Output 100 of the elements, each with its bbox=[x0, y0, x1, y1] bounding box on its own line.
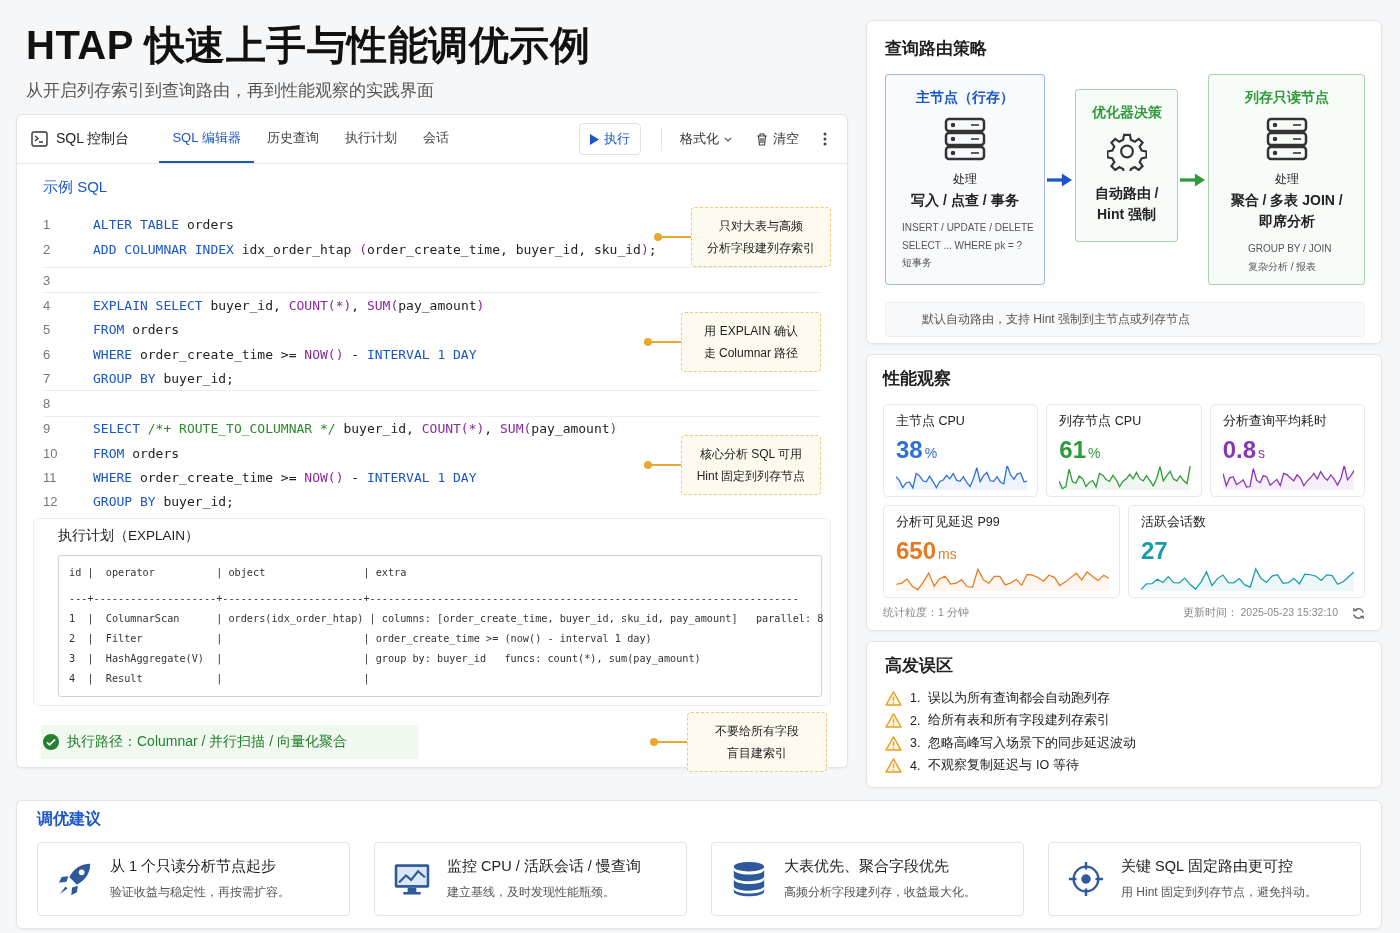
metric-label: 活跃会话数 bbox=[1141, 514, 1207, 531]
pitfall-text: 忽略高峰写入场景下的同步延迟波动 bbox=[928, 734, 1137, 752]
callout-text: 只对大表与高频 bbox=[717, 218, 804, 235]
editor-title: 示例 SQL bbox=[43, 178, 109, 197]
metric-value: 27 bbox=[1141, 537, 1169, 565]
leader-line bbox=[656, 236, 691, 238]
tip-title: 关键 SQL 固定路由更可控 bbox=[1121, 857, 1294, 876]
metric-value: 61% bbox=[1059, 436, 1102, 464]
updated-time: 更新时间： 2025-05-23 15:32:10 bbox=[1182, 606, 1338, 620]
callout-text: 用 EXPLAIN 确认 bbox=[703, 322, 799, 340]
arrow-icon bbox=[1180, 171, 1207, 188]
tip-text: 用 Hint 固定到列存节点，避免抖动。 bbox=[1121, 884, 1317, 901]
metric-label: 分析可见延迟 P99 bbox=[896, 514, 1001, 531]
trash-icon bbox=[756, 132, 768, 146]
settings-icon bbox=[1106, 132, 1147, 171]
node-detail: 短事务 bbox=[902, 256, 933, 270]
server-icon bbox=[943, 117, 986, 161]
granularity-text: 统计粒度：1 分钟 bbox=[883, 606, 969, 620]
leader-line bbox=[647, 340, 681, 343]
line-number: 12 bbox=[43, 494, 59, 510]
callout-text: 走 Columnar 路径 bbox=[702, 344, 800, 362]
callout-text: 分析字段建列存索引 bbox=[705, 240, 816, 257]
metric-label: 分析查询平均耗时 bbox=[1222, 413, 1328, 430]
pitfall-number: 4. bbox=[910, 758, 921, 773]
line-number: 11 bbox=[43, 470, 58, 485]
page-subtitle: 从开启列存索引到查询路由，再到性能观察的实践界面 bbox=[26, 80, 435, 102]
tip-text: 验证收益与稳定性，再按需扩容。 bbox=[110, 884, 290, 901]
caret-icon bbox=[724, 136, 732, 142]
panel-title: 查询路由策略 bbox=[885, 38, 988, 60]
tab[interactable]: 执行计划 bbox=[331, 115, 410, 163]
line-number: 4 bbox=[43, 297, 52, 313]
tab[interactable]: 历史查询 bbox=[253, 115, 332, 163]
plan-title: 执行计划（EXPLAIN） bbox=[58, 526, 201, 545]
leader-line bbox=[653, 740, 687, 743]
code-line: EXPLAIN SELECT buyer_id, COUNT(*), SUM(pay_amount) bbox=[93, 297, 485, 313]
code-line: FROM orders bbox=[93, 322, 180, 338]
callout-text: 不要给所有字段 bbox=[714, 722, 800, 740]
node-detail: SELECT ... WHERE pk = ? bbox=[902, 238, 1024, 253]
line-number: 3 bbox=[43, 272, 52, 288]
node-workload: 聚合 / 多表 JOIN / 即席分析 bbox=[1230, 191, 1343, 231]
plan-line: 3 | HashAggregate(V) | | group by: buyer_id funcs: count(*), sum(pay_amount) bbox=[69, 651, 701, 667]
plan-line: id | operator | object | extra bbox=[69, 565, 407, 581]
node-title: 列存只读节点 bbox=[1244, 89, 1329, 107]
plan-line: ---+--------------------+-----------------------+---------------------------------------------------------------------- bbox=[69, 591, 799, 606]
plan-line: 2 | Filter | | order_create_time >= (now() - interval 1 day) bbox=[69, 631, 652, 647]
line-number: 10 bbox=[43, 445, 59, 461]
tip-title: 大表优先、聚合字段优先 bbox=[784, 857, 950, 876]
pitfall-number: 3. bbox=[910, 736, 921, 751]
line-number: 8 bbox=[43, 396, 52, 412]
code-line: GROUP BY buyer_id; bbox=[93, 494, 234, 510]
metric-value: 38% bbox=[896, 436, 939, 464]
metric-value: 0.8s bbox=[1222, 436, 1267, 464]
pitfall-text: 不观察复制延迟与 IO 等待 bbox=[928, 757, 1079, 775]
tab[interactable]: SQL 编辑器 bbox=[159, 115, 254, 163]
format-dropdown[interactable]: 格式化 bbox=[674, 124, 738, 154]
node-workload: 写入 / 点查 / 事务 bbox=[911, 191, 1019, 210]
refresh-icon[interactable] bbox=[1352, 606, 1365, 620]
pitfall-text: 给所有表和所有字段建列存索引 bbox=[928, 712, 1111, 730]
play-icon bbox=[590, 133, 599, 145]
code-line: FROM orders bbox=[93, 445, 180, 461]
warning-icon bbox=[885, 690, 902, 706]
pitfall-number: 1. bbox=[910, 691, 921, 706]
console-title: SQL 控制台 bbox=[56, 130, 130, 148]
arrow-icon bbox=[1046, 171, 1073, 188]
metric-value: 650 ms bbox=[896, 537, 958, 565]
code-line: ALTER TABLE orders bbox=[93, 217, 234, 233]
code-line: GROUP BY buyer_id; bbox=[93, 370, 234, 386]
line-number: 5 bbox=[43, 322, 52, 338]
line-number: 9 bbox=[43, 421, 52, 437]
pitfall-number: 2. bbox=[910, 713, 921, 728]
leader-line bbox=[647, 464, 681, 467]
pitfall-text: 误以为所有查询都会自动跑列存 bbox=[928, 689, 1111, 707]
line-number: 1 bbox=[43, 217, 52, 233]
tip-title: 监控 CPU / 活跃会话 / 慢查询 bbox=[447, 857, 641, 876]
code-line: WHERE order_create_time >= NOW() - INTERVAL 1 DAY bbox=[93, 346, 477, 362]
warning-icon bbox=[885, 735, 902, 751]
run-button[interactable]: 执行 bbox=[579, 123, 641, 155]
line-number: 2 bbox=[43, 241, 52, 257]
tip-text: 建立基线，及时发现性能瓶颈。 bbox=[447, 884, 616, 901]
metric-label: 主节点 CPU bbox=[896, 413, 966, 430]
node-title: 主节点（行存） bbox=[915, 89, 1014, 107]
panel-title: 高发误区 bbox=[885, 655, 954, 677]
clear-button[interactable]: 清空 bbox=[750, 124, 805, 154]
node-workload: 自动路由 / Hint 强制 bbox=[1094, 184, 1159, 224]
callout-text: 盲目建索引 bbox=[726, 744, 788, 762]
line-number: 6 bbox=[43, 346, 52, 362]
warning-icon bbox=[885, 713, 902, 729]
plan-line: 4 | Result | | bbox=[69, 671, 370, 687]
code-line: ADD COLUMNAR INDEX idx_order_htap (order_create_time, buyer_id, sku_id); bbox=[93, 241, 657, 257]
callout-text: Hint 固定到列存节点 bbox=[695, 468, 807, 486]
node-detail: 复杂分析 / 报表 bbox=[1247, 259, 1318, 274]
kebab-icon bbox=[823, 132, 827, 146]
tab[interactable]: 会话 bbox=[409, 115, 462, 163]
metric-label: 列存节点 CPU bbox=[1059, 413, 1143, 430]
page-title: HTAP 快速上手与性能调优示例 bbox=[26, 22, 592, 69]
line-number: 7 bbox=[43, 370, 52, 386]
node-detail: INSERT / UPDATE / DELETE bbox=[902, 221, 1034, 235]
code-line: SELECT /*+ ROUTE_TO_COLUMNAR */ buyer_id, COUNT(*), SUM(pay_amount) bbox=[93, 421, 618, 437]
terminal-icon bbox=[31, 131, 48, 147]
warning-icon bbox=[885, 758, 902, 774]
